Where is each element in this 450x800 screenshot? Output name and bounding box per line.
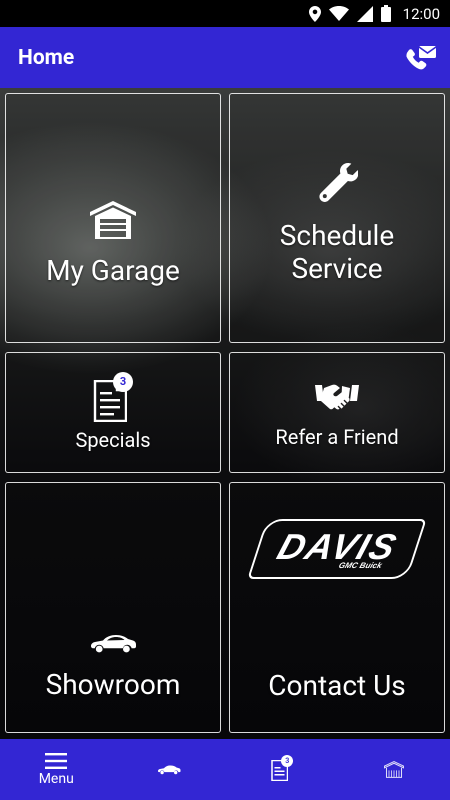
nav-menu-label: Menu [38,770,74,787]
wrench-icon [319,163,358,202]
nav-specials-badge: 3 [281,754,294,767]
wifi-icon [328,6,349,21]
refer-a-friend-label: Refer a Friend [275,424,399,449]
phone-message-icon [406,45,437,69]
garage-icon [90,200,136,239]
contact-button[interactable] [404,41,438,75]
garage-icon [383,761,404,778]
hamburger-menu-icon [45,752,68,769]
my-garage-label: My Garage [46,253,180,287]
status-time: 12:00 [402,4,440,23]
davis-logo-subtitle: GMC Buick [337,560,384,570]
davis-logo: DAVIS GMC Buick [247,519,427,579]
app-bar: Home [0,27,450,88]
page-title: Home [18,45,75,70]
car-icon [91,635,136,653]
status-bar: 12:00 [0,0,450,27]
handshake-icon [315,384,359,409]
bottom-navigation: Menu 3 [0,739,450,800]
nav-my-garage[interactable] [338,739,450,800]
nav-showroom[interactable] [113,739,226,800]
specials-label: Specials [75,427,151,452]
refer-a-friend-tile[interactable]: Refer a Friend [229,352,445,473]
signal-icon [356,5,373,22]
nav-specials[interactable]: 3 [225,739,338,800]
location-icon [308,5,321,22]
nav-menu[interactable]: Menu [0,739,113,800]
battery-icon [380,5,391,22]
specials-badge: 3 [113,371,133,392]
contact-us-tile[interactable]: DAVIS GMC Buick Contact Us [229,482,445,733]
specials-tile[interactable]: 3 Specials [5,352,221,473]
car-icon [157,765,181,775]
my-garage-tile[interactable]: My Garage [5,93,221,343]
schedule-service-label-line2: Service [291,252,383,285]
contact-us-label: Contact Us [268,669,406,702]
showroom-tile[interactable]: Showroom [5,482,221,733]
showroom-label: Showroom [45,668,181,701]
davis-logo-name: DAVIS [272,525,404,567]
schedule-service-label-line1: Schedule [279,219,395,252]
schedule-service-tile[interactable]: Schedule Service [229,93,445,343]
